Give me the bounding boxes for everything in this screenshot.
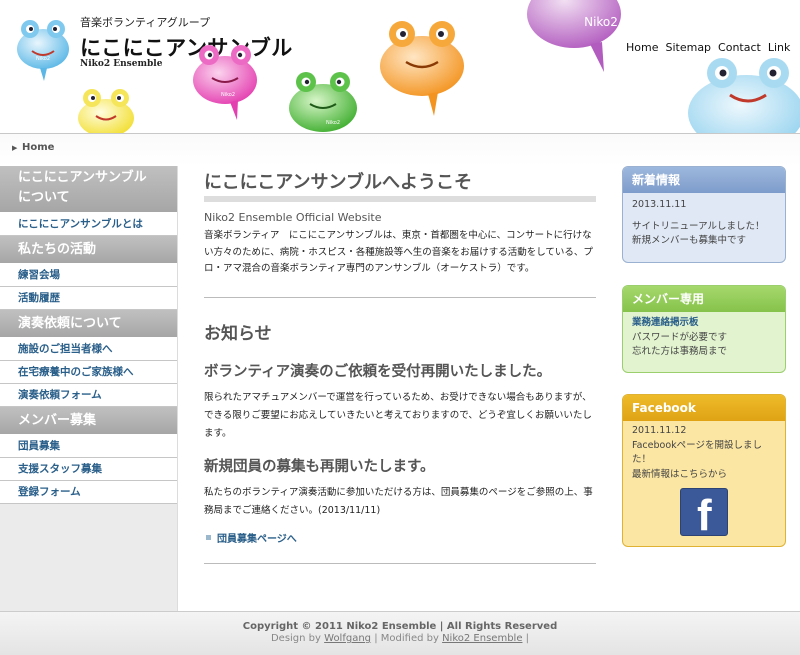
facebook-box-heading: Facebook: [623, 395, 785, 421]
site-footer: Copyright © 2011 Niko2 Ensemble | All Ri…: [0, 611, 800, 655]
balloon-label: Niko2: [221, 92, 235, 98]
sidebar-heading-recruitment: メンバー募集: [0, 407, 177, 435]
frog-balloon-logo-icon[interactable]: Niko2: [14, 15, 72, 81]
news-heading: 新規団員の募集も再開いたします。: [204, 458, 435, 475]
sidebar-heading-requests: 演奏依頼について: [0, 310, 177, 338]
left-sidebar: にこにこアンサンブルについて にこにこアンサンブルとは 私たちの活動 練習会場 …: [0, 166, 178, 611]
site-tagline: Niko2 Ensemble Official Website: [204, 211, 382, 224]
bullet-square-icon: [206, 534, 211, 540]
nav-sitemap-link[interactable]: Sitemap: [665, 41, 711, 54]
balloon-label: Niko2: [36, 56, 50, 62]
members-board-link[interactable]: 業務連絡掲示板: [632, 317, 699, 328]
facebook-box-line: Facebookページを開設しました！: [632, 439, 762, 466]
sidebar-item-rehearsal-venue[interactable]: 練習会場: [0, 264, 177, 287]
recruit-page-link[interactable]: 団員募集ページへ: [217, 530, 297, 545]
sidebar-item-member-recruitment[interactable]: 団員募集: [0, 435, 177, 458]
breadcrumb: ▶ Home: [0, 133, 800, 166]
copyright-text: Copyright © 2011 Niko2 Ensemble | All Ri…: [242, 621, 558, 632]
balloon-label: Niko2: [326, 120, 340, 126]
page-title: にこにこアンサンブルへようこそ: [204, 172, 473, 193]
site-header: Niko2 音楽ボランティアグループ にこにこアンサンブル Niko2 Ense…: [0, 0, 800, 133]
yellow-frog-icon: [78, 89, 134, 133]
news-box-body: 2013.11.11 サイトリニューアルしました！ 新規メンバーも募集中です: [623, 193, 785, 257]
sidebar-item-about[interactable]: にこにこアンサンブルとは: [0, 213, 177, 236]
intro-text: 音楽ボランティア にこにこアンサンブルは、東京・首都圏を中心に、コンサートに行け…: [204, 230, 593, 274]
sidebar-item-registration-form[interactable]: 登録フォーム: [0, 481, 177, 504]
news-box-line: 新規メンバーも募集中です: [632, 235, 747, 246]
design-by-label: Design by: [270, 633, 321, 644]
news-heading: ボランティア演奏のご依頼を受付再開いたしました。: [204, 363, 552, 380]
footer-trail: |: [525, 633, 530, 644]
news-body: 限られたアマチュアメンバーで運営を行っているため、お受けできない場合もありますが…: [204, 391, 592, 439]
lightblue-frog-icon: [688, 58, 800, 133]
nav-home-link[interactable]: Home: [626, 41, 658, 54]
sidebar-item-facility-staff[interactable]: 施設のご担当者様へ: [0, 338, 177, 361]
news-box-heading: 新着情報: [623, 167, 785, 193]
facebook-box-date: 2011.11.12: [632, 425, 687, 436]
main-content: にこにこアンサンブルへようこそ Niko2 Ensemble Official …: [204, 166, 596, 564]
breadcrumb-arrow-icon: ▶: [12, 144, 18, 152]
recruit-link-row: 団員募集ページへ: [204, 530, 596, 545]
news-section-title: お知らせ: [204, 323, 272, 344]
news-box: 新着情報 2013.11.11 サイトリニューアルしました！ 新規メンバーも募集…: [622, 166, 786, 263]
news-box-date: 2013.11.11: [632, 199, 687, 210]
site-subtitle: 音楽ボランティアグループ: [80, 16, 211, 29]
sidebar-menu: にこにこアンサンブルについて にこにこアンサンブルとは 私たちの活動 練習会場 …: [0, 166, 177, 504]
purple-balloon-icon: Niko2: [527, 0, 621, 72]
site-title-en: Niko2 Ensemble: [80, 59, 163, 69]
members-box-body: 業務連絡掲示板 パスワードが必要です 忘れた方は事務局まで: [623, 312, 785, 368]
designer-link[interactable]: Wolfgang: [324, 633, 371, 644]
orange-frog-balloon-icon: [380, 21, 464, 116]
news-body: 私たちのボランティア演奏活動に参加いただける方は、団員募集のページをご参照の上、…: [204, 486, 593, 516]
sidebar-item-activity-history[interactable]: 活動履歴: [0, 287, 177, 310]
sidebar-item-staff-recruitment[interactable]: 支援スタッフ募集: [0, 458, 177, 481]
members-box-line: 忘れた方は事務局まで: [632, 346, 728, 357]
news-box-line: サイトリニューアルしました！: [632, 220, 765, 232]
sidebar-item-request-form[interactable]: 演奏依頼フォーム: [0, 384, 177, 407]
facebook-box-line: 最新情報はこちらから: [632, 468, 728, 480]
site-title[interactable]: にこにこアンサンブル: [80, 32, 293, 62]
facebook-logo-icon[interactable]: f: [680, 488, 728, 540]
members-box: メンバー専用 業務連絡掲示板 パスワードが必要です 忘れた方は事務局まで: [622, 285, 786, 373]
top-nav: Home Sitemap Contact Link: [626, 41, 790, 54]
facebook-box: Facebook 2011.11.12 Facebookページを開設しました！ …: [622, 394, 786, 547]
breadcrumb-home-link[interactable]: Home: [22, 142, 54, 153]
members-box-heading: メンバー専用: [623, 286, 785, 312]
sidebar-heading-about: にこにこアンサンブルについて: [0, 166, 177, 213]
sidebar-item-home-care-families[interactable]: 在宅療養中のご家族様へ: [0, 361, 177, 384]
nav-contact-link[interactable]: Contact: [718, 41, 761, 54]
green-frog-balloon-icon: Niko2: [289, 72, 357, 132]
facebook-box-body: 2011.11.12 Facebookページを開設しました！ 最新情報はこちらか…: [623, 421, 785, 544]
section-divider: [204, 562, 596, 564]
title-divider: [204, 196, 596, 202]
nav-link-link[interactable]: Link: [768, 41, 791, 54]
modified-by-label: | Modified by: [374, 633, 439, 644]
footer-credits: Design by Wolfgang | Modified by Niko2 E…: [0, 633, 800, 644]
balloon-label: Niko2: [584, 15, 618, 29]
section-divider: [204, 296, 596, 298]
modifier-link[interactable]: Niko2 Ensemble: [442, 633, 522, 644]
sidebar-heading-activities: 私たちの活動: [0, 236, 177, 264]
members-box-line: パスワードが必要です: [632, 331, 728, 343]
pink-frog-balloon-icon: Niko2: [193, 45, 257, 120]
